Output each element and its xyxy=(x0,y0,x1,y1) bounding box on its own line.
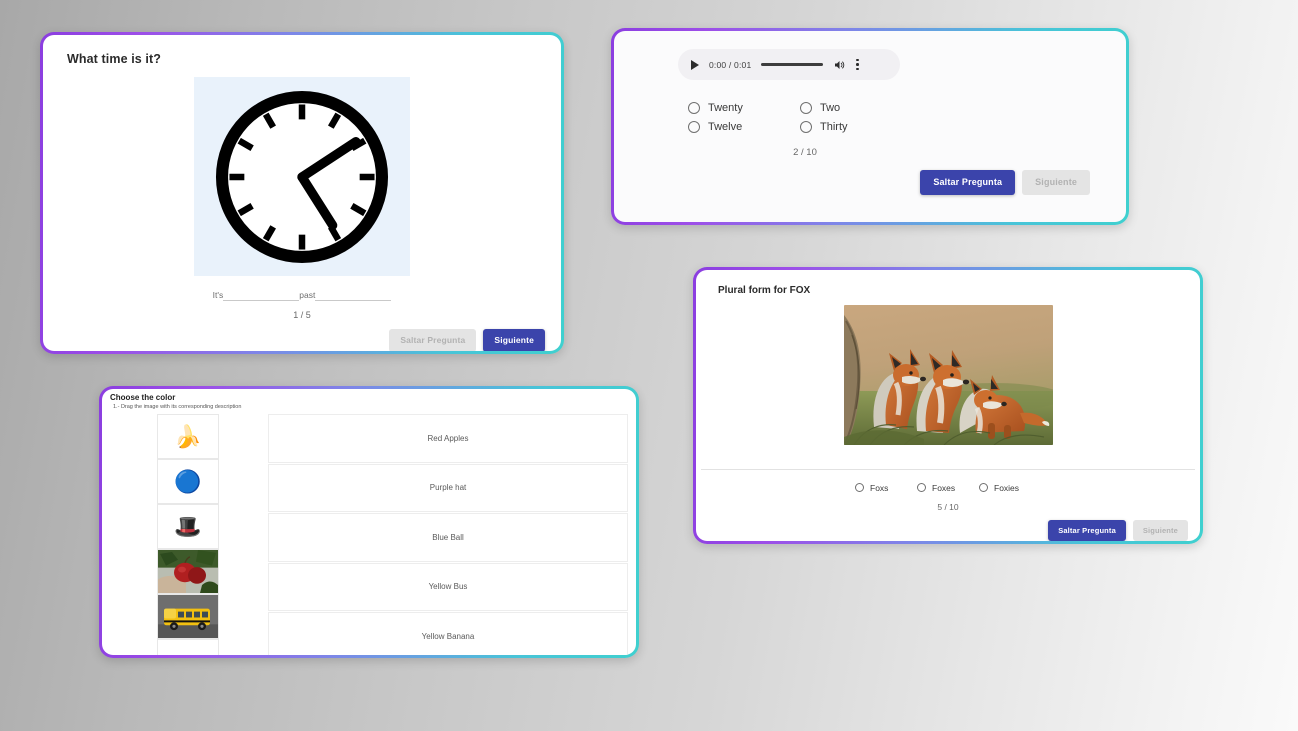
thumbnail-yellow-bus[interactable] xyxy=(157,594,219,639)
audio-player[interactable]: 0:00 / 0:01 xyxy=(678,49,900,80)
card-body: What time is it? It's past 1 / 5 Saltar … xyxy=(43,35,561,351)
blank-prefix-label: It's xyxy=(212,290,224,300)
radio-label: Twelve xyxy=(708,121,743,133)
instructions-text: 1.- Drag the image with its correspondin… xyxy=(113,404,242,410)
more-options-icon[interactable] xyxy=(856,58,859,71)
clock-image xyxy=(194,77,410,276)
radio-option-twenty[interactable]: Twenty xyxy=(688,102,800,114)
blue-ball-icon: 🔵 xyxy=(174,468,202,494)
radio-label: Thirty xyxy=(820,121,848,133)
radio-option-foxes[interactable]: Foxes xyxy=(917,483,979,493)
radio-label: Foxes xyxy=(932,482,956,493)
fox-image xyxy=(843,305,1053,445)
radio-circle-icon[interactable] xyxy=(917,483,926,492)
radio-option-two[interactable]: Two xyxy=(800,102,938,114)
analog-clock-icon xyxy=(215,90,389,263)
skip-question-button[interactable]: Saltar Pregunta xyxy=(1048,519,1126,541)
action-row: Saltar Pregunta Siguiente xyxy=(696,512,1200,541)
yellow-bus-image xyxy=(158,595,218,638)
radio-option-twelve[interactable]: Twelve xyxy=(688,121,800,133)
audio-time-display: 0:00 / 0:01 xyxy=(709,59,752,70)
question-card-clock: What time is it? It's past 1 / 5 Saltar … xyxy=(40,32,564,354)
purple-hat-icon: 🎩 xyxy=(174,513,202,539)
three-foxes-image xyxy=(843,305,1053,445)
red-apples-image xyxy=(158,550,218,593)
answer-options: Twenty Two Twelve Thirty xyxy=(688,102,938,133)
radio-circle-icon[interactable] xyxy=(688,121,700,133)
radio-label: Two xyxy=(820,102,841,114)
drop-target-yellow-bus[interactable]: Yellow Bus xyxy=(268,562,628,611)
skip-question-button[interactable]: Saltar Pregunta xyxy=(389,329,477,351)
volume-icon[interactable] xyxy=(833,59,846,71)
drop-target-purple-hat[interactable]: Purple hat xyxy=(268,463,628,512)
thumbnail-purple-hat[interactable]: 🎩 xyxy=(157,504,219,549)
blank-middle-label: past xyxy=(299,290,316,300)
blank-input-hour[interactable] xyxy=(223,289,300,301)
question-card-fox: Plural form for FOX Foxs Foxes Foxies 5 … xyxy=(693,267,1203,544)
question-card-matching: Choose the color 1.- Drag the image with… xyxy=(99,386,639,658)
divider xyxy=(701,468,1195,470)
audio-progress-bar[interactable] xyxy=(761,63,824,66)
radio-label: Foxs xyxy=(870,482,889,493)
blank-input-minutes[interactable] xyxy=(315,289,392,301)
question-counter: 1 / 5 xyxy=(293,310,311,320)
question-counter: 2 / 10 xyxy=(793,147,817,158)
page-title: What time is it? xyxy=(67,52,161,66)
skip-question-button[interactable]: Saltar Pregunta xyxy=(920,170,1016,195)
page-title: Plural form for FOX xyxy=(718,285,811,296)
card-body: Choose the color 1.- Drag the image with… xyxy=(102,389,636,655)
banana-icon: 🍌 xyxy=(174,423,202,449)
description-column: Red Apples Purple hat Blue Ball Yellow B… xyxy=(268,414,636,655)
card-body: 0:00 / 0:01 Twenty Two Twelve Thirty 2 /… xyxy=(614,31,1126,222)
thumbnail-bananas[interactable]: 🍌 xyxy=(157,414,219,459)
radio-circle-icon[interactable] xyxy=(855,483,864,492)
question-card-audio: 0:00 / 0:01 Twenty Two Twelve Thirty 2 /… xyxy=(611,28,1129,225)
page-title: Choose the color xyxy=(110,393,176,402)
matching-body: 🍌 🔵 🎩 Red Apples Purple hat Blue Ball Ye… xyxy=(108,414,636,655)
thumbnail-empty-slot[interactable] xyxy=(157,639,219,655)
answer-options: Foxs Foxes Foxies xyxy=(841,483,1056,493)
radio-circle-icon[interactable] xyxy=(800,121,812,133)
radio-label: Twenty xyxy=(708,102,743,114)
thumbnail-red-apples[interactable] xyxy=(157,549,219,594)
image-column: 🍌 🔵 🎩 xyxy=(108,414,268,655)
drop-target-blue-ball[interactable]: Blue Ball xyxy=(268,513,628,562)
question-counter: 5 / 10 xyxy=(937,501,959,512)
next-button[interactable]: Siguiente xyxy=(1132,519,1188,541)
radio-circle-icon[interactable] xyxy=(688,102,700,114)
play-icon[interactable] xyxy=(691,59,699,70)
drop-target-yellow-banana[interactable]: Yellow Banana xyxy=(268,612,628,655)
next-button[interactable]: Siguiente xyxy=(1022,170,1090,195)
radio-circle-icon[interactable] xyxy=(979,483,988,492)
fox-image-stage xyxy=(696,296,1200,469)
fill-in-the-blank: It's past xyxy=(43,276,561,301)
thumbnail-blue-ball[interactable]: 🔵 xyxy=(157,459,219,504)
next-button[interactable]: Siguiente xyxy=(483,329,545,351)
radio-option-thirty[interactable]: Thirty xyxy=(800,121,938,133)
drop-target-red-apples[interactable]: Red Apples xyxy=(268,414,628,463)
radio-label: Foxies xyxy=(994,482,1020,493)
card-body: Plural form for FOX Foxs Foxes Foxies 5 … xyxy=(696,270,1200,541)
clock-image-stage xyxy=(43,66,561,276)
radio-circle-icon[interactable] xyxy=(800,102,812,114)
action-row: Saltar Pregunta Siguiente xyxy=(636,158,1104,195)
radio-option-foxies[interactable]: Foxies xyxy=(979,483,1041,493)
radio-option-foxs[interactable]: Foxs xyxy=(855,483,917,493)
action-row: Saltar Pregunta Siguiente xyxy=(43,320,561,351)
